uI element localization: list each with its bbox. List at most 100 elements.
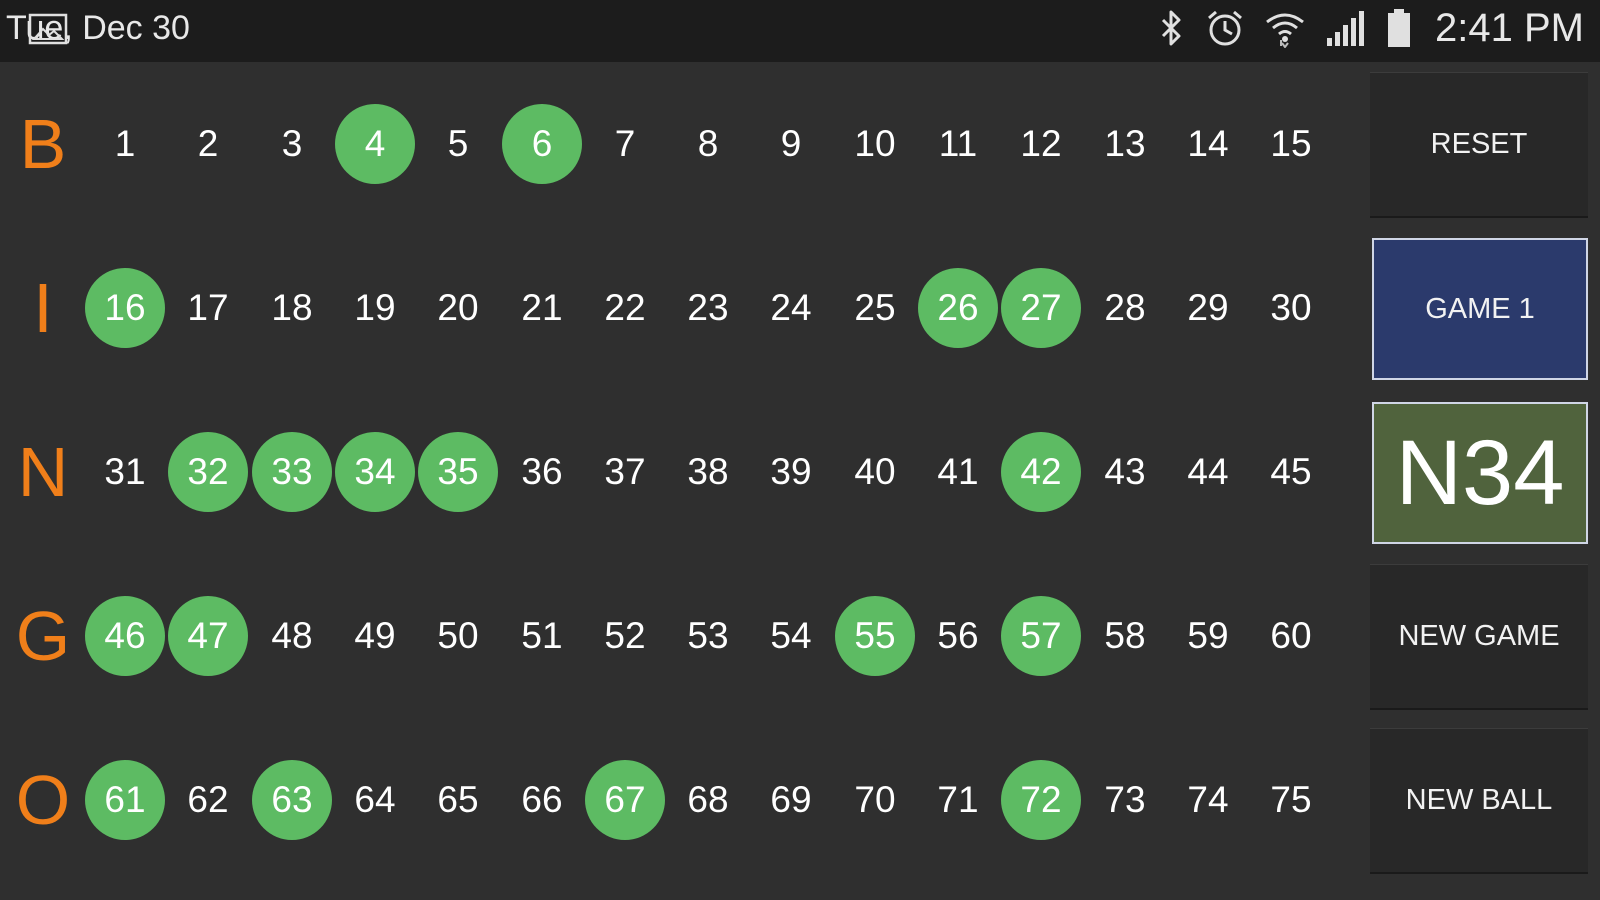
number-cell[interactable]: 21 bbox=[502, 268, 582, 348]
number-cell[interactable]: 53 bbox=[668, 596, 748, 676]
called-number-cell[interactable]: 16 bbox=[85, 268, 165, 348]
number-cell[interactable]: 28 bbox=[1085, 268, 1165, 348]
number-cell[interactable]: 10 bbox=[835, 104, 915, 184]
number-cell[interactable]: 11 bbox=[918, 104, 998, 184]
number-cell[interactable]: 66 bbox=[502, 760, 582, 840]
current-ball-display: N34 bbox=[1372, 402, 1588, 544]
number-cell[interactable]: 29 bbox=[1168, 268, 1248, 348]
status-icons: 2:41 PM bbox=[1157, 0, 1584, 56]
number-cell[interactable]: 24 bbox=[751, 268, 831, 348]
number-cell[interactable]: 1 bbox=[85, 104, 165, 184]
called-number-cell[interactable]: 35 bbox=[418, 432, 498, 512]
signal-icon bbox=[1327, 11, 1365, 46]
number-cell[interactable]: 48 bbox=[252, 596, 332, 676]
number-cell[interactable]: 2 bbox=[168, 104, 248, 184]
number-cell[interactable]: 36 bbox=[502, 432, 582, 512]
number-cell[interactable]: 15 bbox=[1251, 104, 1331, 184]
called-number-cell[interactable]: 61 bbox=[85, 760, 165, 840]
number-cell[interactable]: 54 bbox=[751, 596, 831, 676]
new-game-button[interactable]: NEW GAME bbox=[1370, 564, 1588, 710]
row-letter: I bbox=[33, 269, 53, 347]
called-number-cell[interactable]: 63 bbox=[252, 760, 332, 840]
number-cell[interactable]: 8 bbox=[668, 104, 748, 184]
number-cell[interactable]: 23 bbox=[668, 268, 748, 348]
board-row: B 1 2 3 4 5 6 7 8 9 10 11 12 13 14 15 bbox=[0, 62, 1365, 226]
control-panel: RESET GAME 1 N34 NEW GAME NEW BALL bbox=[1370, 62, 1590, 900]
number-cell[interactable]: 56 bbox=[918, 596, 998, 676]
number-cell[interactable]: 3 bbox=[252, 104, 332, 184]
called-number-cell[interactable]: 42 bbox=[1001, 432, 1081, 512]
row-letter: N bbox=[17, 433, 69, 511]
number-cell[interactable]: 38 bbox=[668, 432, 748, 512]
game-button[interactable]: GAME 1 bbox=[1372, 238, 1588, 380]
number-cell[interactable]: 62 bbox=[168, 760, 248, 840]
number-cell[interactable]: 60 bbox=[1251, 596, 1331, 676]
board-row: N 31 32 33 34 35 36 37 38 39 40 41 42 43 44 45 bbox=[0, 390, 1365, 554]
gallery-icon bbox=[28, 13, 68, 45]
number-cell[interactable]: 19 bbox=[335, 268, 415, 348]
number-cell[interactable]: 31 bbox=[85, 432, 165, 512]
number-cell[interactable]: 45 bbox=[1251, 432, 1331, 512]
called-number-cell[interactable]: 47 bbox=[168, 596, 248, 676]
battery-icon bbox=[1388, 9, 1411, 47]
number-cell[interactable]: 9 bbox=[751, 104, 831, 184]
status-bar: Tue, Dec 30 2:41 PM bbox=[0, 0, 1600, 62]
number-cell[interactable]: 39 bbox=[751, 432, 831, 512]
called-number-cell[interactable]: 32 bbox=[168, 432, 248, 512]
number-cell[interactable]: 22 bbox=[585, 268, 665, 348]
called-number-cell[interactable]: 33 bbox=[252, 432, 332, 512]
called-number-cell[interactable]: 57 bbox=[1001, 596, 1081, 676]
called-number-cell[interactable]: 26 bbox=[918, 268, 998, 348]
number-cell[interactable]: 64 bbox=[335, 760, 415, 840]
number-cell[interactable]: 12 bbox=[1001, 104, 1081, 184]
number-cell[interactable]: 50 bbox=[418, 596, 498, 676]
wifi-icon bbox=[1266, 13, 1304, 48]
bingo-board: B 1 2 3 4 5 6 7 8 9 10 11 12 13 14 15 I 16 17 18 19 20 21 22 23 2… bbox=[0, 62, 1365, 900]
number-cell[interactable]: 25 bbox=[835, 268, 915, 348]
board-row: G 46 47 48 49 50 51 52 53 54 55 56 57 58 59 60 bbox=[0, 554, 1365, 718]
number-cell[interactable]: 65 bbox=[418, 760, 498, 840]
called-number-cell[interactable]: 4 bbox=[335, 104, 415, 184]
bluetooth-icon bbox=[1161, 10, 1181, 46]
row-letter: G bbox=[15, 597, 71, 675]
number-cell[interactable]: 70 bbox=[835, 760, 915, 840]
alarm-icon bbox=[1208, 10, 1243, 46]
row-letter: B bbox=[19, 105, 67, 183]
new-ball-button[interactable]: NEW BALL bbox=[1370, 728, 1588, 874]
number-cell[interactable]: 52 bbox=[585, 596, 665, 676]
number-cell[interactable]: 18 bbox=[252, 268, 332, 348]
board-row: O 61 62 63 64 65 66 67 68 69 70 71 72 73 74 75 bbox=[0, 718, 1365, 882]
row-letter: O bbox=[15, 761, 71, 839]
number-cell[interactable]: 40 bbox=[835, 432, 915, 512]
number-cell[interactable]: 44 bbox=[1168, 432, 1248, 512]
called-number-cell[interactable]: 55 bbox=[835, 596, 915, 676]
status-time: 2:41 PM bbox=[1435, 5, 1584, 50]
number-cell[interactable]: 43 bbox=[1085, 432, 1165, 512]
number-cell[interactable]: 17 bbox=[168, 268, 248, 348]
number-cell[interactable]: 30 bbox=[1251, 268, 1331, 348]
reset-button[interactable]: RESET bbox=[1370, 72, 1588, 218]
number-cell[interactable]: 37 bbox=[585, 432, 665, 512]
called-number-cell[interactable]: 67 bbox=[585, 760, 665, 840]
number-cell[interactable]: 49 bbox=[335, 596, 415, 676]
called-number-cell[interactable]: 6 bbox=[502, 104, 582, 184]
called-number-cell[interactable]: 34 bbox=[335, 432, 415, 512]
number-cell[interactable]: 13 bbox=[1085, 104, 1165, 184]
called-number-cell[interactable]: 72 bbox=[1001, 760, 1081, 840]
number-cell[interactable]: 68 bbox=[668, 760, 748, 840]
number-cell[interactable]: 5 bbox=[418, 104, 498, 184]
number-cell[interactable]: 41 bbox=[918, 432, 998, 512]
number-cell[interactable]: 14 bbox=[1168, 104, 1248, 184]
number-cell[interactable]: 59 bbox=[1168, 596, 1248, 676]
number-cell[interactable]: 73 bbox=[1085, 760, 1165, 840]
number-cell[interactable]: 7 bbox=[585, 104, 665, 184]
number-cell[interactable]: 51 bbox=[502, 596, 582, 676]
number-cell[interactable]: 20 bbox=[418, 268, 498, 348]
number-cell[interactable]: 69 bbox=[751, 760, 831, 840]
called-number-cell[interactable]: 46 bbox=[85, 596, 165, 676]
number-cell[interactable]: 75 bbox=[1251, 760, 1331, 840]
number-cell[interactable]: 58 bbox=[1085, 596, 1165, 676]
number-cell[interactable]: 74 bbox=[1168, 760, 1248, 840]
called-number-cell[interactable]: 27 bbox=[1001, 268, 1081, 348]
number-cell[interactable]: 71 bbox=[918, 760, 998, 840]
